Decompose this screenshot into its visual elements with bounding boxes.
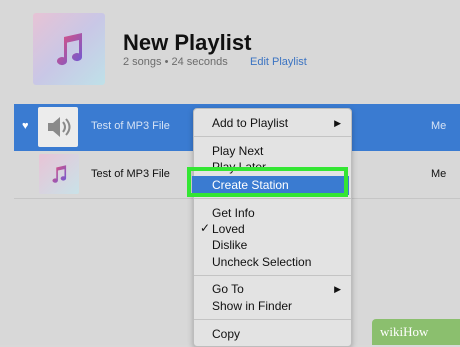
song-artwork (38, 107, 78, 147)
menu-item-uncheck-selection[interactable]: Uncheck Selection (212, 255, 311, 269)
playlist-subtitle: 2 songs • 24 seconds (123, 56, 228, 68)
chevron-right-icon: ▶ (334, 118, 341, 128)
music-note-icon (52, 165, 67, 183)
watermark-text: wikiHow (380, 324, 429, 339)
menu-item-dislike[interactable]: Dislike (212, 238, 247, 252)
music-note-icon (57, 33, 83, 66)
watermark: wikiHow (372, 319, 460, 345)
playlist-title: New Playlist (123, 30, 252, 55)
menu-separator (194, 319, 351, 320)
highlight-box (187, 167, 348, 197)
menu-item-play-next[interactable]: Play Next (212, 144, 263, 158)
song-artist: Me (431, 120, 447, 132)
menu-separator (194, 275, 351, 276)
speaker-icon (48, 117, 71, 137)
menu-item-copy[interactable]: Copy (212, 327, 240, 341)
song-title: Test of MP3 File (91, 168, 170, 180)
menu-item-show-in-finder[interactable]: Show in Finder (212, 299, 292, 313)
song-title: Test of MP3 File (91, 120, 170, 132)
edit-playlist-link[interactable]: Edit Playlist (250, 56, 307, 68)
menu-item-add-to-playlist[interactable]: Add to Playlist (212, 116, 288, 130)
menu-item-loved[interactable]: Loved (212, 222, 245, 236)
context-menu: Add to Playlist ▶ Play Next Play Later C… (192, 108, 352, 347)
playlist-artwork (33, 13, 105, 85)
menu-separator (194, 198, 351, 199)
heart-icon[interactable]: ♥ (22, 120, 29, 132)
chevron-right-icon: ▶ (334, 284, 341, 294)
menu-item-go-to[interactable]: Go To (212, 282, 244, 296)
song-artwork (39, 154, 79, 194)
menu-separator (194, 136, 351, 137)
checkmark-icon: ✓ (200, 221, 211, 235)
song-artist: Me (431, 168, 447, 180)
menu-item-get-info[interactable]: Get Info (212, 206, 255, 220)
